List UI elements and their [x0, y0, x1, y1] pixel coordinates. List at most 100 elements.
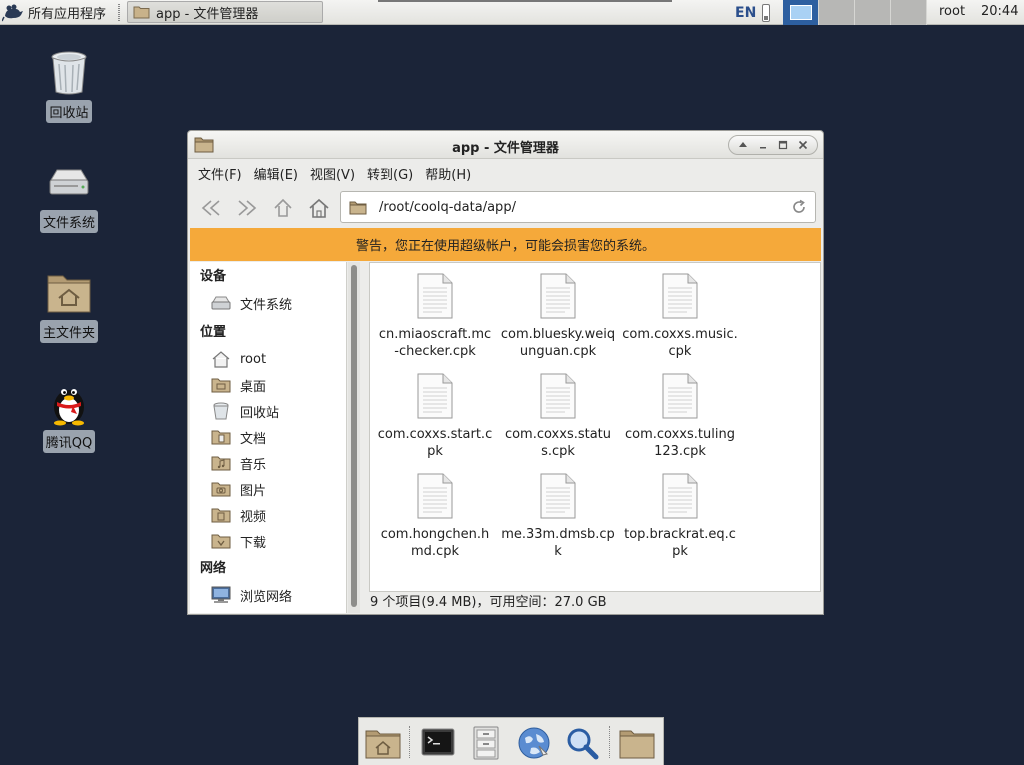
sidebar-item-browse-network[interactable]: 浏览网络 [190, 582, 346, 608]
file-name: top.brackrat.eq.cpk [624, 527, 736, 559]
network-icon [210, 586, 232, 604]
menu-view[interactable]: 视图(V) [304, 160, 361, 185]
sidebar-item-documents[interactable]: 文档 [190, 424, 346, 450]
file-item[interactable]: com.coxxs.tuling123.cpk [622, 373, 738, 460]
xfce-mouse-icon [2, 4, 23, 22]
file-item[interactable]: com.coxxs.start.cpk [377, 373, 493, 460]
folder-icon [133, 6, 150, 19]
sidebar-item-label: 文件系统 [240, 297, 293, 313]
workspace-2[interactable] [819, 0, 855, 25]
pictures-folder-icon [210, 480, 232, 498]
top-panel: 所有应用程序 app - 文件管理器 EN root 20:44 [0, 0, 1024, 25]
sidebar-item-filesystem[interactable]: 文件系统 [190, 290, 346, 316]
dock-search-button[interactable] [563, 724, 601, 762]
file-item[interactable]: com.hongchen.hmd.cpk [377, 473, 493, 560]
file-name: com.coxxs.start.cpk [377, 427, 493, 459]
maximize-button[interactable] [776, 138, 790, 152]
sidebar-item-music[interactable]: 音乐 [190, 450, 346, 476]
sidebar-scrollbar[interactable] [348, 262, 360, 613]
sidebar-item-label: 浏览网络 [240, 589, 293, 605]
window-titlebar[interactable]: app - 文件管理器 [188, 131, 823, 159]
menu-go[interactable]: 转到(G) [361, 160, 419, 185]
drive-icon [210, 294, 232, 312]
keyboard-layout-indicator[interactable]: EN [731, 1, 781, 24]
reload-icon[interactable] [791, 199, 807, 215]
workspace-window-preview [789, 5, 812, 20]
sidebar-item-trash[interactable]: 回收站 [190, 398, 346, 424]
dock-web-browser-button[interactable] [515, 724, 553, 762]
user-name[interactable]: root [939, 4, 965, 19]
toolbar [188, 187, 823, 227]
file-name: me.33m.dmsb.cpk [501, 527, 615, 559]
document-icon [662, 473, 698, 519]
search-icon [567, 728, 599, 760]
file-item[interactable]: com.coxxs.music.cpk [622, 273, 738, 360]
sidebar-item-videos[interactable]: 视频 [190, 502, 346, 528]
taskbar-window-button[interactable]: app - 文件管理器 [127, 1, 323, 23]
file-item[interactable]: com.coxxs.status.cpk [500, 373, 616, 460]
language-label: EN [735, 4, 757, 21]
file-item[interactable]: cn.miaoscraft.mc-checker.cpk [377, 273, 493, 360]
file-item[interactable]: top.brackrat.eq.cpk [622, 473, 738, 560]
file-name: com.bluesky.weiqunguan.cpk [500, 327, 616, 359]
home-folder-icon [47, 275, 91, 313]
menu-file[interactable]: 文件(F) [192, 160, 248, 185]
trash-icon [210, 402, 232, 420]
desktop-icon-filesystem[interactable]: 文件系统 [34, 158, 104, 233]
forward-button[interactable] [234, 195, 260, 221]
sidebar-item-label: 文档 [240, 431, 267, 447]
dock-terminal-button[interactable] [419, 724, 457, 762]
location-input[interactable] [379, 199, 779, 215]
folder-icon [349, 201, 367, 214]
home-folder-icon [365, 730, 401, 759]
desktop-icon-trash[interactable]: 回收站 [34, 48, 104, 123]
videos-folder-icon [210, 506, 232, 524]
menu-help[interactable]: 帮助(H) [419, 160, 477, 185]
scrollbar-thumb[interactable] [351, 265, 357, 607]
clock[interactable]: 20:44 [981, 4, 1018, 19]
menu-edit[interactable]: 编辑(E) [248, 160, 304, 185]
workspace-3[interactable] [855, 0, 891, 25]
downloads-folder-icon [210, 532, 232, 550]
file-icon-view: cn.miaoscraft.mc-checker.cpk com.bluesky.… [369, 262, 821, 592]
workspace-1[interactable] [783, 0, 819, 25]
parent-folder-button[interactable] [270, 195, 296, 221]
sidebar-item-label: 桌面 [240, 379, 267, 395]
location-bar [340, 191, 816, 223]
warning-text: 警告，您正在使用超级帐户，可能会损害您的系统。 [355, 239, 655, 254]
sidebar-item-root[interactable]: root [190, 346, 346, 372]
sidebar-item-downloads[interactable]: 下载 [190, 528, 346, 554]
dock-home-folder-button[interactable] [364, 724, 402, 762]
document-icon [540, 373, 576, 419]
document-icon [417, 373, 453, 419]
panel-separator [118, 4, 120, 21]
file-item[interactable]: me.33m.dmsb.cpk [500, 473, 616, 560]
document-icon [540, 273, 576, 319]
applications-menu-button[interactable]: 所有应用程序 [2, 1, 114, 23]
shade-button[interactable] [736, 138, 750, 152]
back-button[interactable] [198, 195, 224, 221]
home-icon [309, 198, 329, 218]
workspace-4[interactable] [891, 0, 927, 25]
sidebar-item-label: 回收站 [240, 405, 280, 421]
sidebar-item-label: 音乐 [240, 457, 267, 473]
dock-file-cabinet-button[interactable] [467, 724, 505, 762]
sidebar-header-places: 位置 [200, 325, 227, 340]
document-icon [540, 473, 576, 519]
dock-folder-button[interactable] [618, 724, 656, 762]
sidebar-item-label: root [240, 351, 267, 367]
window-controls [728, 135, 818, 155]
sidebar-item-desktop[interactable]: 桌面 [190, 372, 346, 398]
sidebar-item-pictures[interactable]: 图片 [190, 476, 346, 502]
dock-separator [409, 726, 410, 758]
menu-bar: 文件(F) 编辑(E) 视图(V) 转到(G) 帮助(H) [188, 160, 477, 185]
home-button[interactable] [306, 195, 332, 221]
file-item[interactable]: com.bluesky.weiqunguan.cpk [500, 273, 616, 360]
minimize-button[interactable] [756, 138, 770, 152]
arrow-up-icon [274, 198, 292, 217]
sidebar-item-label: 下载 [240, 535, 267, 551]
close-button[interactable] [796, 138, 810, 152]
file-name: com.hongchen.hmd.cpk [380, 527, 490, 559]
desktop-icon-qq[interactable]: 腾讯QQ [34, 378, 104, 453]
desktop-icon-home[interactable]: 主文件夹 [34, 268, 104, 343]
